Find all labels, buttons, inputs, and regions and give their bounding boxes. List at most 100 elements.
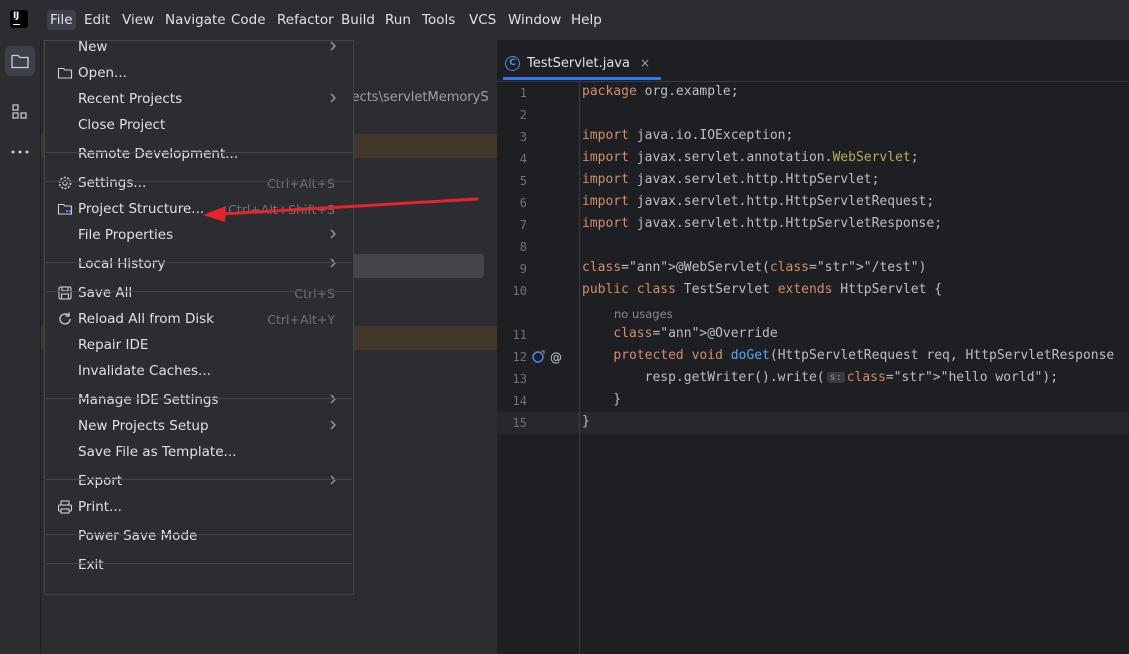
menu-window[interactable]: Window (508, 11, 561, 29)
menu-run[interactable]: Run (385, 11, 411, 29)
structure-tool-button[interactable] (5, 97, 35, 127)
line-number[interactable]: 9 (497, 262, 527, 276)
current-line-highlight (497, 412, 1129, 434)
line-number[interactable]: 15 (497, 416, 527, 430)
usage-hint[interactable]: no usages (614, 307, 673, 321)
menu-item-new-projects-setup[interactable]: New Projects Setup (46, 413, 352, 439)
menu-refactor[interactable]: Refactor (277, 11, 334, 29)
menu-help[interactable]: Help (571, 11, 602, 29)
logo-text: IJ (13, 11, 19, 21)
chevron-right-icon (328, 38, 338, 58)
project-tool-button[interactable] (5, 46, 35, 76)
menu-item-close-project[interactable]: Close Project (46, 112, 352, 138)
menu-item-recent-projects[interactable]: Recent Projects (46, 86, 352, 112)
menu-edit[interactable]: Edit (84, 11, 110, 29)
intellij-logo-icon[interactable]: IJ (10, 10, 28, 28)
menu-item-save-all[interactable]: Save All Ctrl+S (46, 280, 352, 306)
menu-item-label: Project Structure... (78, 201, 205, 217)
line-number[interactable]: 12 (497, 350, 527, 364)
menu-build[interactable]: Build (341, 11, 375, 29)
menu-item-export[interactable]: Export (46, 468, 352, 494)
menu-item-label: New (78, 39, 108, 55)
chevron-right-icon (328, 472, 338, 492)
menu-item-power-save-mode[interactable]: Power Save Mode (46, 523, 352, 549)
menu-item-label: Local History (78, 256, 166, 272)
line-number[interactable]: 2 (497, 108, 527, 122)
shortcut-label: Ctrl+S (294, 286, 335, 301)
menu-item-manage-ide-settings[interactable]: Manage IDE Settings (46, 387, 352, 413)
menu-item-label: Recent Projects (78, 91, 183, 107)
menu-item-print[interactable]: Print... (46, 494, 352, 520)
code-line[interactable]: protected void doGet(HttpServletRequest … (582, 348, 1114, 363)
chevron-right-icon (328, 391, 338, 411)
line-number[interactable]: 10 (497, 284, 527, 298)
menu-item-open[interactable]: Open... (46, 60, 352, 86)
line-number[interactable]: 4 (497, 152, 527, 166)
code-line[interactable]: import javax.servlet.http.HttpServlet; (582, 172, 879, 187)
code-line[interactable]: class="ann">@WebServlet(class="str">"/te… (582, 260, 926, 275)
menu-item-label: Save All (78, 285, 133, 301)
menu-separator (46, 563, 352, 564)
line-number[interactable]: 3 (497, 130, 527, 144)
menu-item-label: Reload All from Disk (78, 311, 214, 327)
line-number[interactable]: 11 (497, 328, 527, 342)
code-line[interactable]: class="ann">@Override (582, 326, 777, 341)
line-number[interactable]: 7 (497, 218, 527, 232)
menu-view[interactable]: View (122, 11, 154, 29)
menu-item-label: Repair IDE (78, 337, 149, 353)
line-number[interactable]: 1 (497, 86, 527, 100)
menu-item-new[interactable]: New (46, 34, 352, 60)
chevron-right-icon (328, 255, 338, 275)
code-line[interactable]: import javax.servlet.http.HttpServletRes… (582, 216, 942, 231)
menu-separator (46, 262, 352, 263)
shortcut-label: Ctrl+Alt+Shift+S (228, 202, 335, 217)
line-number[interactable]: 5 (497, 174, 527, 188)
menu-item-label: Export (78, 473, 123, 489)
menu-item-invalidate-caches[interactable]: Invalidate Caches... (46, 358, 352, 384)
line-number[interactable]: 14 (497, 394, 527, 408)
menu-file[interactable]: File (47, 10, 76, 30)
menu-item-label: Settings... (78, 175, 147, 191)
menu-item-file-properties[interactable]: File Properties (46, 222, 352, 248)
menu-separator (46, 152, 352, 153)
code-line[interactable]: } (582, 414, 590, 429)
menu-item-reload-all-from-disk[interactable]: Reload All from Disk Ctrl+Alt+Y (46, 306, 352, 332)
override-gutter-icon[interactable]: @ (532, 350, 566, 364)
menu-item-repair-ide[interactable]: Repair IDE (46, 332, 352, 358)
code-line[interactable]: public class TestServlet extends HttpSer… (582, 282, 942, 297)
more-icon (11, 150, 29, 154)
active-tab-indicator (503, 77, 661, 80)
line-number[interactable]: 8 (497, 240, 527, 254)
code-line[interactable]: import java.io.IOException; (582, 128, 793, 143)
menu-item-settings[interactable]: Settings... Ctrl+Alt+S (46, 170, 352, 196)
menu-navigate[interactable]: Navigate (165, 11, 226, 29)
line-number[interactable]: 13 (497, 372, 527, 386)
menu-item-label: Print... (78, 499, 122, 515)
code-line[interactable]: resp.getWriter().write(s: class="str">"he… (582, 370, 1058, 385)
menu-separator (46, 479, 352, 480)
code-line[interactable]: } (582, 392, 621, 407)
menu-item-local-history[interactable]: Local History (46, 251, 352, 277)
tab-testservlet[interactable]: C TestServlet.java × (505, 48, 650, 78)
menu-item-save-file-as-template[interactable]: Save File as Template... (46, 439, 352, 465)
menu-item-project-structure[interactable]: Project Structure... Ctrl+Alt+Shift+S (46, 196, 352, 222)
menu-item-label: Save File as Template... (78, 444, 237, 460)
menu-vcs[interactable]: VCS (469, 11, 496, 29)
project-tree-selected-row[interactable] (352, 254, 484, 278)
code-line[interactable]: package org.example; (582, 84, 739, 99)
menu-item-exit[interactable]: Exit (46, 552, 352, 578)
code-line[interactable]: import javax.servlet.http.HttpServletReq… (582, 194, 934, 209)
menu-item-label: New Projects Setup (78, 418, 209, 434)
code-line[interactable]: import javax.servlet.annotation.WebServl… (582, 150, 919, 165)
tool-window-strip (0, 40, 41, 654)
menu-separator (46, 181, 352, 182)
menu-tools[interactable]: Tools (422, 11, 455, 29)
structure-icon (12, 104, 27, 119)
more-tools-button[interactable] (5, 137, 35, 167)
line-number[interactable]: 6 (497, 196, 527, 210)
menu-item-remote-development[interactable]: Remote Development... (46, 141, 352, 167)
shortcut-label: Ctrl+Alt+Y (267, 312, 335, 327)
close-icon[interactable]: × (640, 56, 650, 70)
menu-code[interactable]: Code (231, 11, 266, 29)
menu-item-label: Power Save Mode (78, 528, 198, 544)
